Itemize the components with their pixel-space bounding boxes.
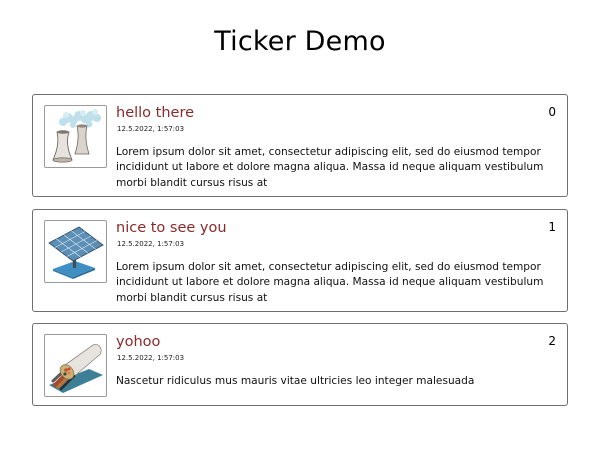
ticker-count: 2 [548, 334, 556, 348]
ticker-title: nice to see you [116, 220, 227, 236]
page-title: Ticker Demo [214, 26, 386, 57]
ticker-card[interactable]: hello there 12.5.2022, 1:57:03 Lorem ips… [32, 94, 568, 197]
cable-icon [49, 344, 103, 393]
ticker-thumbnail [44, 334, 107, 397]
ticker-body: Lorem ipsum dolor sit amet, consectetur … [116, 261, 544, 304]
ticker-count: 1 [548, 220, 556, 234]
ticker-thumbnail [44, 220, 107, 283]
ticker-timestamp: 12.5.2022, 1:57:03 [117, 354, 185, 362]
ticker-body: Nascetur ridiculus mus mauris vitae ultr… [116, 375, 475, 387]
ticker-thumbnail [44, 105, 107, 168]
ticker-count: 0 [548, 105, 556, 119]
ticker-body: Lorem ipsum dolor sit amet, consectetur … [116, 146, 544, 189]
ticker-timestamp: 12.5.2022, 1:57:03 [117, 240, 185, 248]
ticker-card[interactable]: nice to see you 12.5.2022, 1:57:03 Lorem… [32, 209, 568, 312]
cooling-tower-icon [52, 109, 101, 163]
solar-panel-icon [48, 226, 104, 279]
ticker-card[interactable]: yohoo 12.5.2022, 1:57:03 Nascetur ridicu… [32, 323, 568, 406]
ticker-title: hello there [116, 105, 195, 121]
ticker-timestamp: 12.5.2022, 1:57:03 [117, 125, 185, 133]
ticker-title: yohoo [116, 334, 161, 350]
